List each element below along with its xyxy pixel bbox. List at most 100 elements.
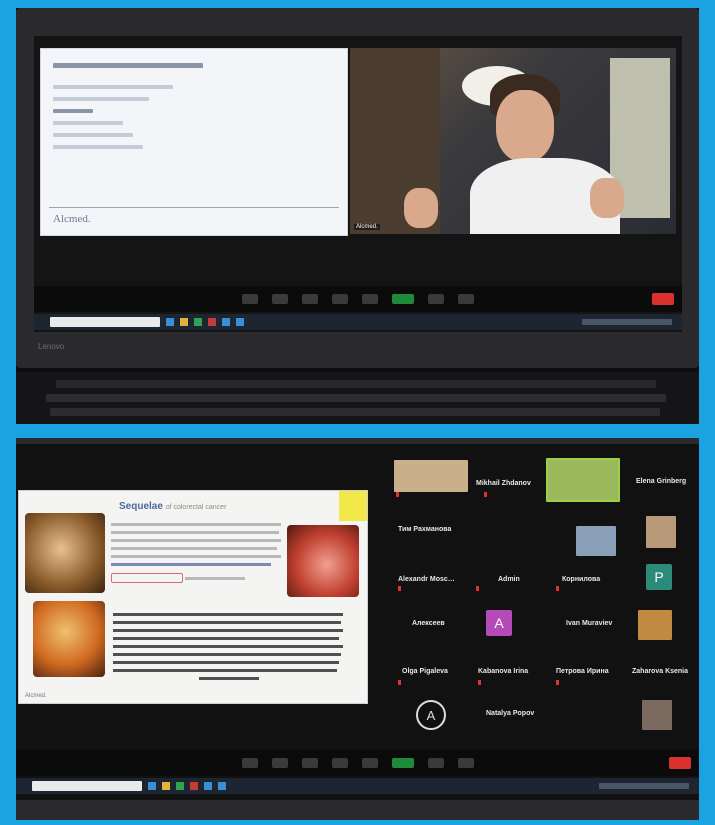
end-meeting-button[interactable]	[669, 757, 691, 769]
participant-name: Kabanova Irina	[478, 668, 529, 675]
slide-text	[185, 577, 245, 580]
slide-logo: Alcmed.	[25, 693, 47, 699]
slide-line	[53, 97, 149, 101]
slide-title: Sequelae of colorectal cancer	[119, 501, 227, 512]
slide-line	[53, 133, 133, 137]
slide-line	[53, 145, 143, 149]
presenter-hand	[590, 178, 624, 218]
windows-taskbar	[34, 314, 682, 330]
slide-text	[111, 563, 271, 566]
taskbar-app-icon[interactable]	[204, 782, 212, 790]
laptop-screen: Sequelae of colorectal cancer Alcmed. Mi…	[16, 444, 699, 800]
taskbar-search-input[interactable]	[32, 781, 142, 791]
record-button[interactable]	[428, 294, 444, 304]
presenter-name-label: Alcmed.	[354, 224, 380, 230]
taskbar-app-icon[interactable]	[190, 782, 198, 790]
key-row	[50, 408, 660, 416]
mute-button[interactable]	[241, 758, 258, 768]
muted-mic-icon	[556, 586, 559, 591]
participant-video	[576, 526, 616, 556]
chat-button[interactable]	[362, 294, 378, 304]
laptop-brand: Lenovo	[38, 342, 65, 351]
system-tray	[599, 783, 689, 789]
shared-slide: Sequelae of colorectal cancer Alcmed.	[18, 490, 368, 704]
slide-text	[199, 677, 259, 680]
slide-text	[113, 645, 343, 648]
share-screen-button[interactable]	[391, 758, 414, 768]
share-screen-button[interactable]	[392, 294, 414, 304]
endoscopy-image	[33, 601, 105, 677]
slide-text	[113, 637, 339, 640]
participant-avatar: A	[486, 610, 512, 636]
muted-mic-icon	[556, 680, 559, 685]
participant-name: Ivan Muraviev	[566, 620, 613, 627]
reactions-button[interactable]	[458, 294, 474, 304]
presenter-face	[496, 90, 554, 162]
presenter-video: Alcmed.	[350, 48, 676, 234]
laptop-photo-top: Alcmed. Alcmed. Lenovo	[16, 8, 699, 424]
video-button[interactable]	[272, 294, 288, 304]
participant-name: Elena Grinberg	[636, 478, 687, 485]
endoscopy-image	[25, 513, 105, 593]
laptop-keyboard	[16, 372, 699, 424]
taskbar-app-icon[interactable]	[208, 318, 216, 326]
slide-text	[113, 613, 343, 616]
slide-text	[111, 531, 279, 534]
highlight-box	[111, 573, 183, 583]
participant-name: Алексеев	[412, 620, 445, 627]
taskbar-app-icon[interactable]	[176, 782, 184, 790]
participant-name: Mikhail Zhdanov	[476, 480, 531, 487]
participant-video	[642, 700, 672, 730]
slide-text	[113, 661, 339, 664]
slide-text	[111, 539, 281, 542]
chat-button[interactable]	[361, 758, 378, 768]
zoom-toolbar	[16, 750, 699, 776]
slide-text	[113, 621, 341, 624]
muted-mic-icon	[396, 492, 399, 497]
laptop-screen: Alcmed. Alcmed.	[34, 36, 682, 332]
laptop-bezel: Sequelae of colorectal cancer Alcmed. Mi…	[16, 438, 699, 820]
record-button[interactable]	[427, 758, 444, 768]
slide-title	[53, 63, 203, 68]
slide-line	[53, 109, 93, 113]
laptop-bezel: Alcmed. Alcmed. Lenovo	[16, 8, 699, 368]
laptop-photo-bottom: Sequelae of colorectal cancer Alcmed. Mi…	[16, 438, 699, 820]
taskbar-zoom-icon[interactable]	[218, 782, 226, 790]
participants-button[interactable]	[332, 294, 348, 304]
participant-avatar: A	[416, 700, 446, 730]
slide-text	[111, 555, 281, 558]
key-row	[46, 394, 666, 402]
taskbar-app-icon[interactable]	[166, 318, 174, 326]
taskbar-folder-icon[interactable]	[162, 782, 170, 790]
taskbar-app-icon[interactable]	[222, 318, 230, 326]
participant-name: Тим Рахманова	[398, 526, 452, 533]
slide-text	[113, 653, 341, 656]
participant-name: Admin	[498, 576, 520, 583]
presenter-hand	[404, 188, 438, 228]
end-meeting-button[interactable]	[652, 293, 674, 305]
muted-mic-icon	[484, 492, 487, 497]
system-tray	[582, 319, 672, 325]
participant-name: Natalya Popov	[486, 710, 535, 717]
slide-text	[113, 629, 343, 632]
taskbar-app-icon[interactable]	[148, 782, 156, 790]
participant-video	[638, 610, 672, 640]
participant-video	[394, 460, 468, 492]
taskbar-search-input[interactable]	[50, 317, 160, 327]
reactions-button[interactable]	[457, 758, 474, 768]
participant-name: Корнилова	[562, 576, 601, 583]
security-button[interactable]	[302, 294, 318, 304]
mute-button[interactable]	[242, 294, 258, 304]
participant-avatar: P	[646, 564, 672, 590]
participants-button[interactable]	[331, 758, 348, 768]
key-row	[56, 380, 656, 388]
video-button[interactable]	[271, 758, 288, 768]
security-button[interactable]	[301, 758, 318, 768]
taskbar-zoom-icon[interactable]	[236, 318, 244, 326]
taskbar-folder-icon[interactable]	[180, 318, 188, 326]
slide-divider	[49, 207, 339, 208]
zoom-toolbar	[34, 286, 682, 312]
slide-logo: Alcmed.	[53, 213, 91, 225]
participant-name: Zaharova Ksenia	[632, 668, 689, 675]
taskbar-app-icon[interactable]	[194, 318, 202, 326]
